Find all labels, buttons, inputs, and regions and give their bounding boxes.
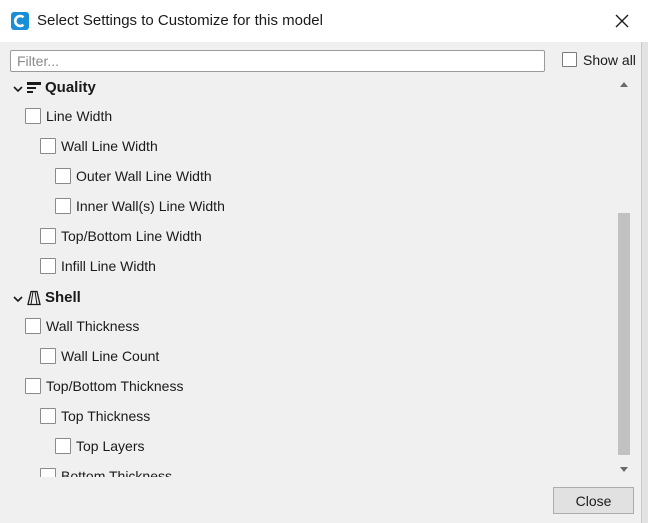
- setting-outer-wall-line-width[interactable]: Outer Wall Line Width: [55, 165, 212, 187]
- window-title: Select Settings to Customize for this mo…: [37, 12, 323, 29]
- chevron-down-icon[interactable]: [12, 82, 24, 94]
- setting-wall-thickness[interactable]: Wall Thickness: [25, 315, 139, 337]
- setting-label: Outer Wall Line Width: [76, 167, 212, 184]
- setting-checkbox[interactable]: [25, 378, 41, 394]
- setting-checkbox[interactable]: [25, 318, 41, 334]
- setting-checkbox[interactable]: [40, 228, 56, 244]
- scroll-up-arrow-icon[interactable]: [616, 77, 632, 93]
- show-all-checkbox[interactable]: [562, 52, 577, 67]
- vertical-scrollbar[interactable]: [616, 77, 632, 477]
- category-label: Quality: [45, 79, 96, 96]
- close-button[interactable]: Close: [553, 487, 634, 514]
- show-all-label: Show all: [583, 52, 636, 68]
- setting-label: Top/Bottom Thickness: [46, 377, 184, 394]
- setting-line-width[interactable]: Line Width: [25, 105, 112, 127]
- setting-checkbox[interactable]: [55, 168, 71, 184]
- setting-inner-wall-line-width[interactable]: Inner Wall(s) Line Width: [55, 195, 225, 217]
- setting-checkbox[interactable]: [40, 468, 56, 477]
- filter-input[interactable]: [10, 50, 545, 72]
- setting-wall-line-count[interactable]: Wall Line Count: [40, 345, 159, 367]
- background-window-edge: [641, 42, 648, 523]
- setting-checkbox[interactable]: [55, 438, 71, 454]
- setting-checkbox[interactable]: [25, 108, 41, 124]
- settings-list: Quality Line Width Wall Line Width Outer…: [10, 77, 616, 477]
- scrollbar-thumb[interactable]: [618, 213, 630, 455]
- setting-bottom-thickness[interactable]: Bottom Thickness: [40, 465, 172, 477]
- setting-top-bottom-thickness[interactable]: Top/Bottom Thickness: [25, 375, 183, 397]
- close-icon[interactable]: [604, 4, 640, 38]
- setting-label: Inner Wall(s) Line Width: [76, 197, 225, 214]
- setting-label: Wall Line Count: [61, 347, 160, 364]
- setting-label: Wall Thickness: [46, 317, 140, 334]
- setting-label: Top Layers: [76, 437, 145, 454]
- setting-wall-line-width[interactable]: Wall Line Width: [40, 135, 158, 157]
- setting-top-thickness[interactable]: Top Thickness: [40, 405, 150, 427]
- category-label: Shell: [45, 289, 81, 306]
- setting-label: Wall Line Width: [61, 137, 158, 154]
- setting-checkbox[interactable]: [40, 258, 56, 274]
- shell-icon: [26, 290, 42, 306]
- setting-label: Line Width: [46, 107, 113, 124]
- setting-checkbox[interactable]: [40, 408, 56, 424]
- setting-top-bottom-line-width[interactable]: Top/Bottom Line Width: [40, 225, 202, 247]
- category-shell[interactable]: Shell: [12, 287, 81, 309]
- setting-checkbox[interactable]: [40, 348, 56, 364]
- setting-checkbox[interactable]: [55, 198, 71, 214]
- scroll-down-arrow-icon[interactable]: [616, 461, 632, 477]
- cura-icon: [11, 12, 29, 30]
- setting-label: Top Thickness: [61, 407, 151, 424]
- category-quality[interactable]: Quality: [12, 77, 96, 99]
- setting-infill-line-width[interactable]: Infill Line Width: [40, 255, 156, 277]
- setting-label: Infill Line Width: [61, 257, 156, 274]
- quality-icon: [26, 80, 42, 96]
- chevron-down-icon[interactable]: [12, 292, 24, 304]
- title-bar: Select Settings to Customize for this mo…: [0, 0, 648, 42]
- setting-label: Top/Bottom Line Width: [61, 227, 202, 244]
- setting-label: Bottom Thickness: [61, 467, 173, 478]
- setting-checkbox[interactable]: [40, 138, 56, 154]
- setting-top-layers[interactable]: Top Layers: [55, 435, 144, 457]
